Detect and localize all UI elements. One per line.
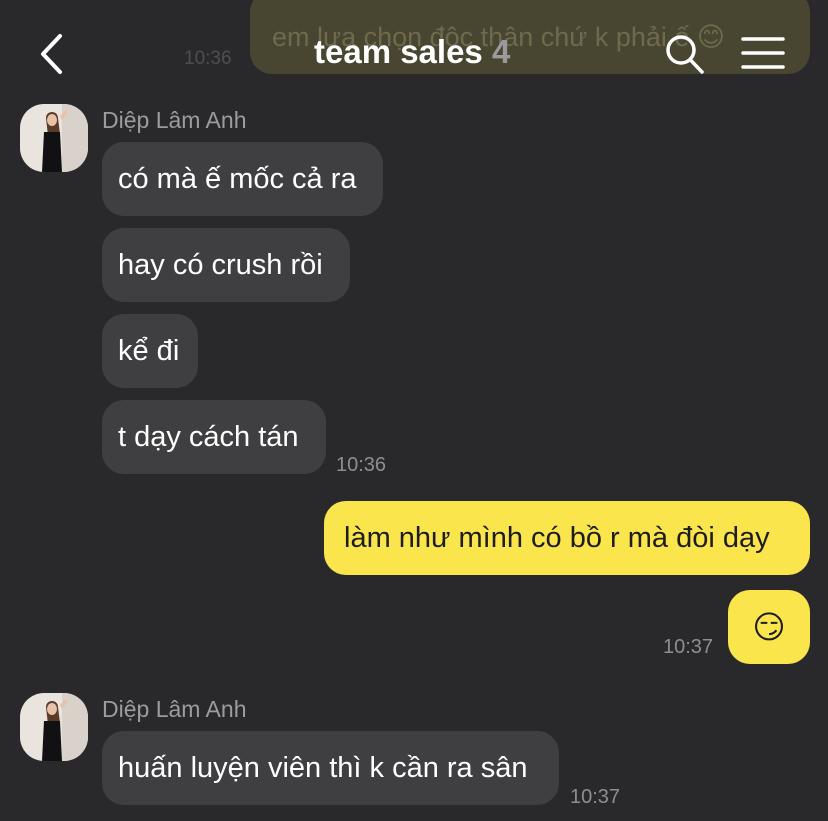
sender-name: Diệp Lâm Anh: [102, 696, 247, 722]
message-bubble-outgoing[interactable]: làm như mình có bồ r mà đòi dạy: [324, 501, 810, 575]
message-bubble[interactable]: kể đi: [102, 314, 198, 388]
avatar[interactable]: [20, 104, 88, 172]
chevron-left-icon: [41, 34, 62, 74]
message-bubble[interactable]: huấn luyện viên thì k cần ra sân: [102, 731, 559, 805]
search-icon: [666, 35, 704, 74]
chat-title: team sales 4: [314, 33, 510, 71]
message-bubble[interactable]: hay có crush rồi: [102, 228, 350, 302]
group-name: team sales: [314, 33, 483, 70]
message-bubble[interactable]: có mà ế mốc cả ra: [102, 142, 383, 216]
message-bubble[interactable]: t dạy cách tán: [102, 400, 326, 474]
search-button[interactable]: [660, 30, 708, 78]
chat-header: em lựa chọn độc thân chứ k phải ế 😊 10:3…: [0, 0, 828, 100]
message-time: 10:37: [570, 786, 621, 808]
avatar-photo-icon: [20, 104, 88, 172]
member-count: 4: [491, 33, 511, 70]
menu-button[interactable]: [740, 34, 786, 74]
message-time: 10:36: [336, 454, 387, 476]
back-button[interactable]: [30, 28, 76, 80]
previous-message-time: 10:36: [184, 48, 232, 69]
avatar[interactable]: [20, 693, 88, 761]
message-time: 10:37: [663, 636, 714, 658]
avatar-photo-icon: [20, 693, 88, 761]
sender-name: Diệp Lâm Anh: [102, 107, 247, 133]
hamburger-menu-icon: [741, 37, 785, 69]
emoji-bubble-outgoing[interactable]: 😏: [728, 590, 810, 664]
